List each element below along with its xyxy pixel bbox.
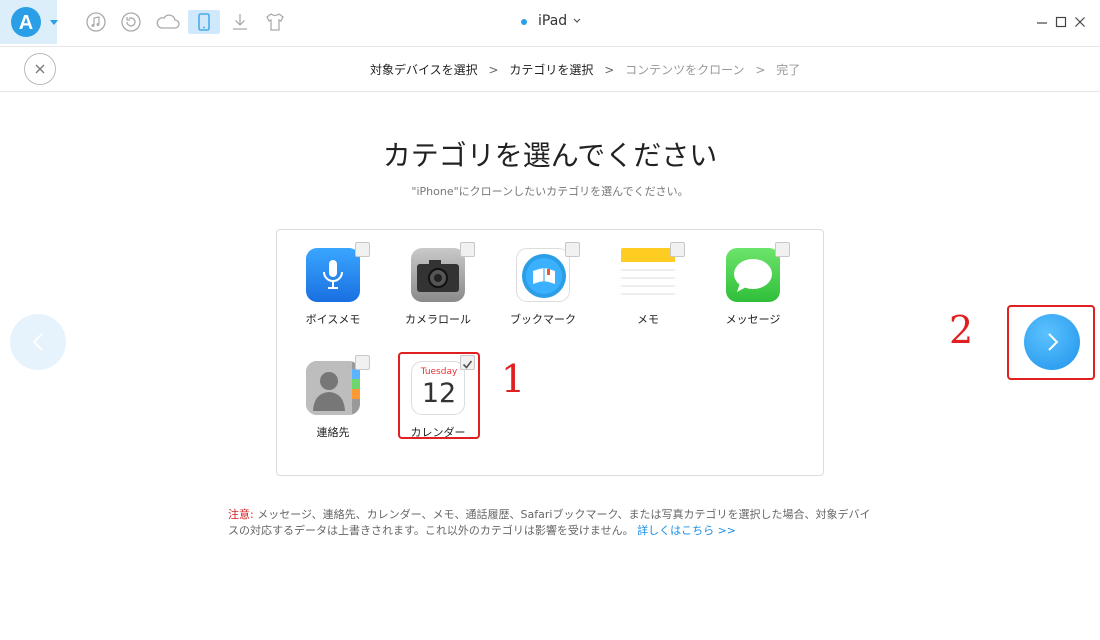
title-bar: A iPad [0, 0, 1100, 46]
category-label: カメラロール [405, 313, 471, 326]
breadcrumb-separator: > [604, 63, 615, 77]
previous-button[interactable] [10, 314, 66, 370]
category-label: メッセージ [725, 313, 781, 326]
app-logo-button[interactable]: A [0, 0, 58, 44]
page-title: カテゴリを選んでください [382, 139, 718, 172]
notes-icon [621, 248, 675, 302]
category-checkbox[interactable] [460, 242, 475, 257]
category-messages[interactable]: メッセージ [713, 242, 793, 348]
category-label: 連絡先 [316, 426, 350, 439]
note-text: メッセージ、連絡先、カレンダー、メモ、通話履歴、Safariブックマーク、または… [228, 508, 871, 537]
category-bookmarks[interactable]: ブックマーク [503, 242, 583, 348]
download-icon[interactable] [229, 11, 251, 33]
device-selector[interactable]: iPad [522, 13, 582, 29]
category-label: ブックマーク [510, 313, 576, 326]
close-window-button[interactable] [1073, 14, 1087, 28]
chevron-down-icon [50, 20, 58, 25]
close-icon [35, 64, 45, 74]
voice-memo-icon [306, 248, 360, 302]
category-label: ボイスメモ [305, 313, 361, 326]
music-icon[interactable] [85, 11, 107, 33]
chevron-left-icon [32, 333, 43, 351]
annotation-marker-1: 1 [501, 357, 526, 401]
note-label: 注意: [228, 508, 254, 521]
messages-icon [726, 248, 780, 302]
annotation-marker-2: 2 [949, 308, 974, 352]
category-voice-memo[interactable]: ボイスメモ [293, 242, 373, 348]
breadcrumb-step-select-device: 対象デバイスを選択 [370, 63, 478, 77]
chevron-down-icon [573, 18, 581, 23]
category-checkbox[interactable] [775, 242, 790, 257]
cloud-icon[interactable] [155, 11, 181, 33]
svg-text:A: A [19, 12, 33, 34]
page-subtitle: "iPhone"にクローンしたいカテゴリを選んでください。 [411, 185, 689, 198]
app-logo-icon: A [11, 7, 41, 37]
breadcrumb-separator: > [488, 63, 499, 77]
category-camera-roll[interactable]: カメラロール [398, 242, 478, 348]
contacts-icon [306, 361, 360, 415]
category-panel: ボイスメモ カメラロール ブックマーク メモ メッセージ 連絡先 Tuesday… [276, 229, 824, 476]
next-button[interactable] [1024, 314, 1080, 370]
tshirt-icon[interactable] [264, 11, 286, 33]
warning-note: 注意: メッセージ、連絡先、カレンダー、メモ、通話履歴、Safariブックマーク… [228, 507, 878, 539]
breadcrumb-bar: 対象デバイスを選択 > カテゴリを選択 > コンテンツをクローン > 完了 [0, 46, 1100, 92]
camera-icon [411, 248, 465, 302]
breadcrumb: 対象デバイスを選択 > カテゴリを選択 > コンテンツをクローン > 完了 [370, 61, 807, 78]
annotation-highlight-calendar [398, 352, 480, 439]
category-checkbox[interactable] [565, 242, 580, 257]
maximize-button[interactable] [1054, 14, 1068, 28]
chevron-right-icon [1048, 333, 1059, 351]
device-name: iPad [538, 13, 568, 29]
minimize-button[interactable] [1035, 14, 1049, 28]
safari-icon [516, 248, 570, 302]
category-notes[interactable]: メモ [608, 242, 688, 348]
restore-icon[interactable] [120, 11, 142, 33]
learn-more-link[interactable]: 詳しくはこちら >> [637, 524, 736, 537]
breadcrumb-step-select-category: カテゴリを選択 [509, 63, 594, 77]
close-button[interactable] [24, 53, 56, 85]
breadcrumb-separator: > [755, 63, 766, 77]
device-tab-icon[interactable] [188, 10, 220, 34]
category-checkbox[interactable] [355, 242, 370, 257]
breadcrumb-step-clone: コンテンツをクローン [625, 63, 745, 77]
breadcrumb-step-complete: 完了 [776, 63, 801, 77]
category-checkbox[interactable] [670, 242, 685, 257]
category-contacts[interactable]: 連絡先 [293, 355, 373, 461]
category-checkbox[interactable] [355, 355, 370, 370]
category-label: メモ [637, 313, 659, 326]
